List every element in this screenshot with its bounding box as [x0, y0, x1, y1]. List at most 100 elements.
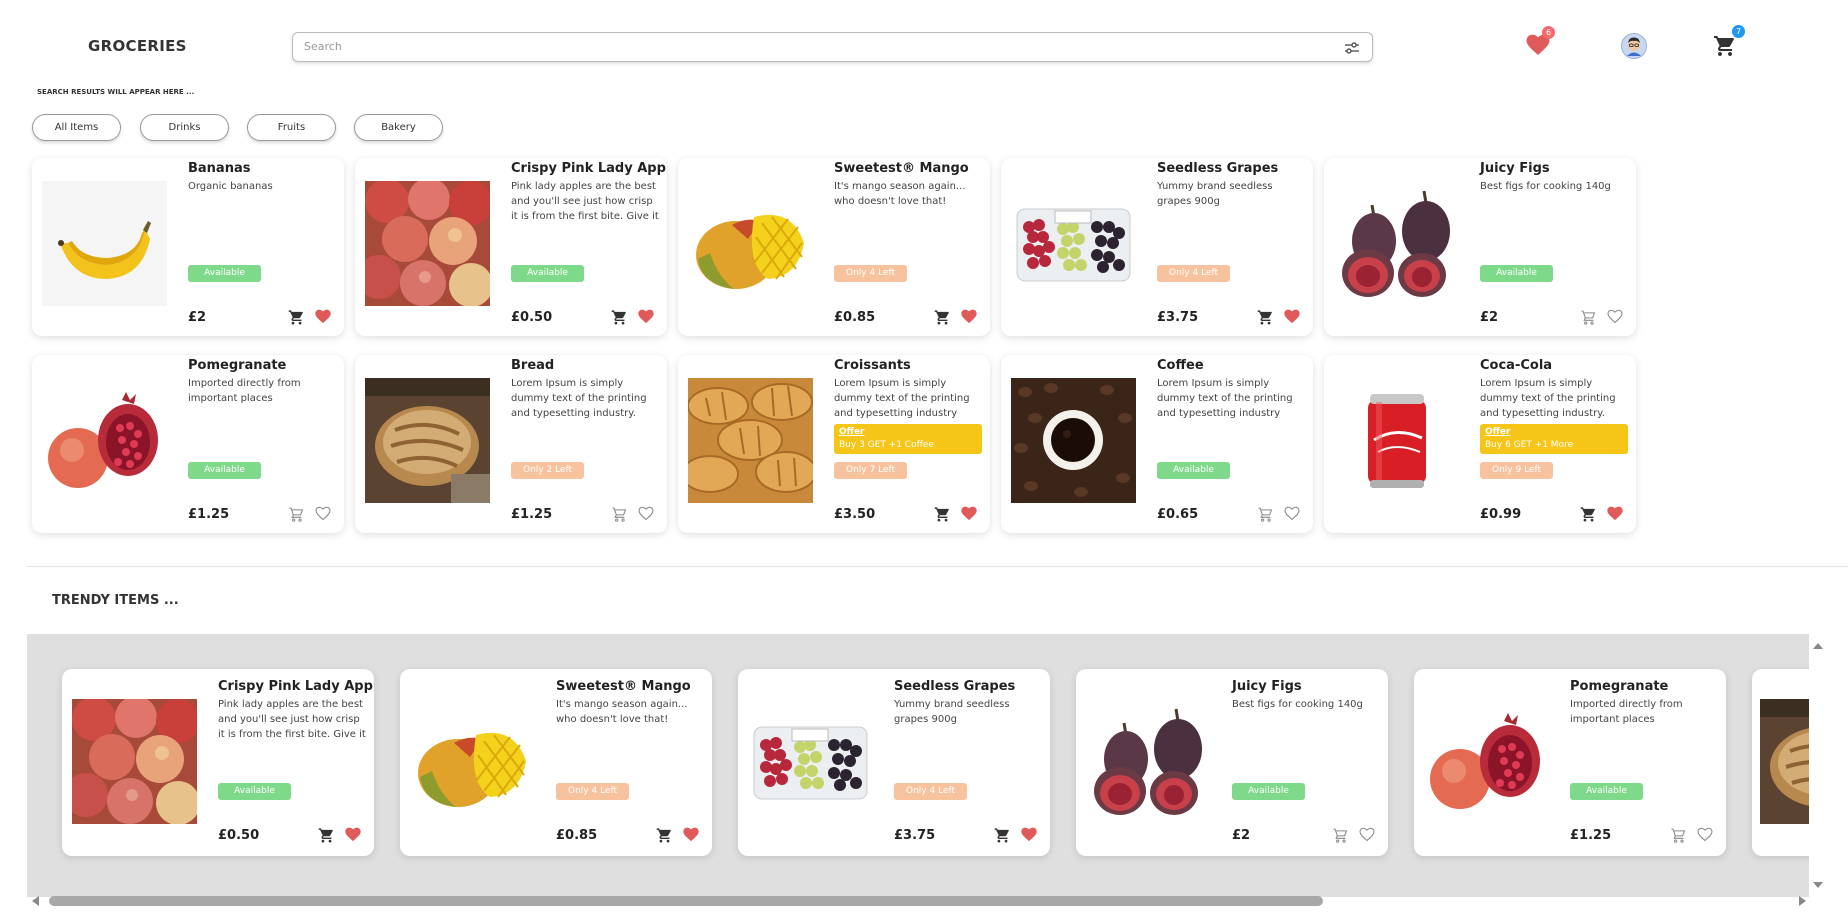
product-card[interactable]: Seedless Grapes Yummy brand seedless gra… — [738, 669, 1050, 856]
product-card[interactable]: Bread Lorem Ipsum is simply dummy text o… — [355, 355, 667, 533]
product-image[interactable] — [365, 378, 490, 503]
product-image[interactable] — [410, 699, 535, 824]
product-title[interactable]: Crispy Pink Lady Apples — [218, 679, 374, 694]
favorite-heart-icon[interactable] — [315, 506, 331, 525]
product-card[interactable]: Croissants Lorem Ipsum is simply dummy t… — [678, 355, 990, 533]
horizontal-scroll-thumb[interactable] — [49, 896, 1323, 906]
favorite-heart-icon[interactable] — [638, 309, 654, 328]
add-to-cart-icon[interactable] — [994, 827, 1011, 848]
category-chip-fruits[interactable]: Fruits — [247, 114, 336, 141]
product-title[interactable]: Croissants — [834, 358, 911, 373]
product-description: Yummy brand seedless grapes 900g — [1157, 181, 1273, 207]
add-to-cart-icon[interactable] — [288, 309, 305, 330]
product-title[interactable]: Bananas — [188, 161, 250, 176]
product-card[interactable]: Pomegranate Imported directly from impor… — [1414, 669, 1726, 856]
product-card[interactable]: Bananas Organic bananas Available £2 — [32, 158, 344, 336]
add-to-cart-icon[interactable] — [934, 506, 951, 527]
add-to-cart-icon[interactable] — [1257, 309, 1274, 330]
product-title[interactable]: Seedless Grapes — [1157, 161, 1278, 176]
product-title[interactable]: Coca-Cola — [1480, 358, 1552, 373]
category-chip-bakery[interactable]: Bakery — [354, 114, 443, 141]
horizontal-scrollbar[interactable] — [27, 892, 1818, 910]
product-title[interactable]: Sweetest® Mango — [834, 161, 969, 176]
product-image[interactable] — [1424, 699, 1549, 824]
product-description: Lorem Ipsum is simply dummy text of the … — [1480, 378, 1616, 419]
trendy-items-carousel[interactable]: Crispy Pink Lady Apples Pink lady apples… — [27, 634, 1809, 897]
product-title[interactable]: Juicy Figs — [1232, 679, 1302, 694]
favorite-heart-icon[interactable] — [638, 506, 654, 525]
product-price: £0.85 — [834, 310, 876, 325]
add-to-cart-icon[interactable] — [1332, 827, 1349, 848]
filter-icon[interactable] — [1344, 40, 1360, 59]
product-card[interactable]: Seedless Grapes Yummy brand seedless gra… — [1001, 158, 1313, 336]
product-image[interactable] — [42, 378, 167, 503]
product-card[interactable]: Crispy Pink Lady Apples Pink lady apples… — [355, 158, 667, 336]
add-to-cart-icon[interactable] — [318, 827, 335, 848]
product-description: Pink lady apples are the best and you'll… — [511, 181, 659, 222]
product-price: £0.99 — [1480, 507, 1522, 522]
product-image[interactable] — [1760, 699, 1809, 824]
favorite-heart-icon[interactable] — [345, 827, 361, 846]
product-image[interactable] — [688, 181, 813, 306]
product-title[interactable]: Bread — [511, 358, 554, 373]
favorite-heart-icon[interactable] — [961, 506, 977, 525]
favorite-heart-icon[interactable] — [1607, 506, 1623, 525]
product-card[interactable]: Sweetest® Mango It's mango season again.… — [678, 158, 990, 336]
add-to-cart-icon[interactable] — [656, 827, 673, 848]
add-to-cart-icon[interactable] — [611, 309, 628, 330]
add-to-cart-icon[interactable] — [934, 309, 951, 330]
product-title[interactable]: Seedless Grapes — [894, 679, 1015, 694]
product-image[interactable] — [681, 378, 817, 503]
favorite-heart-icon[interactable] — [315, 309, 331, 328]
product-card[interactable]: Coca-Cola Lorem Ipsum is simply dummy te… — [1324, 355, 1636, 533]
favorite-heart-icon[interactable] — [1359, 827, 1375, 846]
favorite-heart-icon[interactable] — [1697, 827, 1713, 846]
app-logo[interactable]: GROCERIES — [88, 37, 187, 55]
add-to-cart-icon[interactable] — [1257, 506, 1274, 527]
category-chip-all-items[interactable]: All Items — [32, 114, 121, 141]
product-title[interactable]: Pomegranate — [188, 358, 286, 373]
search-input[interactable] — [304, 40, 1304, 53]
product-image[interactable] — [1011, 181, 1136, 306]
stock-status-badge: Available — [188, 462, 261, 479]
favorite-heart-icon[interactable] — [683, 827, 699, 846]
product-title[interactable]: Crispy Pink Lady Apples — [511, 161, 667, 176]
product-price: £0.85 — [556, 828, 598, 843]
add-to-cart-icon[interactable] — [288, 506, 305, 527]
favorite-heart-icon[interactable] — [1284, 506, 1300, 525]
product-image[interactable] — [1011, 378, 1136, 503]
product-image[interactable] — [1086, 699, 1211, 824]
user-avatar[interactable] — [1621, 33, 1647, 63]
product-card[interactable]: Crispy Pink Lady Apples Pink lady apples… — [62, 669, 374, 856]
product-card[interactable]: Pomegranate Imported directly from impor… — [32, 355, 344, 533]
favorite-heart-icon[interactable] — [1284, 309, 1300, 328]
product-card[interactable]: Sweetest® Mango It's mango season again.… — [400, 669, 712, 856]
product-title[interactable]: Pomegranate — [1570, 679, 1668, 694]
product-price: £3.75 — [894, 828, 936, 843]
product-image[interactable] — [748, 699, 873, 824]
add-to-cart-icon[interactable] — [1670, 827, 1687, 848]
add-to-cart-icon[interactable] — [1580, 309, 1597, 330]
product-title[interactable]: Sweetest® Mango — [556, 679, 691, 694]
product-image[interactable] — [357, 178, 493, 307]
add-to-cart-icon[interactable] — [611, 506, 628, 527]
product-image[interactable] — [64, 696, 200, 825]
favorite-heart-icon[interactable] — [1021, 827, 1037, 846]
product-title[interactable]: Juicy Figs — [1480, 161, 1550, 176]
product-image[interactable] — [1334, 181, 1459, 306]
favorite-heart-icon[interactable] — [961, 309, 977, 328]
product-card[interactable]: Juicy Figs Best figs for cooking 140g Ava… — [1324, 158, 1636, 336]
product-title[interactable]: Coffee — [1157, 358, 1204, 373]
category-chip-drinks[interactable]: Drinks — [140, 114, 229, 141]
product-image[interactable] — [42, 181, 167, 306]
product-card[interactable] — [1752, 669, 1809, 856]
wishlist-button[interactable]: 6 — [1526, 26, 1555, 60]
cart-button[interactable]: 7 — [1712, 25, 1745, 62]
product-card[interactable]: Coffee Lorem Ipsum is simply dummy text … — [1001, 355, 1313, 533]
product-card[interactable]: Juicy Figs Best figs for cooking 140g Ava… — [1076, 669, 1388, 856]
product-image[interactable] — [1334, 378, 1459, 503]
vertical-scrollbar[interactable] — [1810, 634, 1826, 897]
search-bar[interactable] — [292, 32, 1373, 62]
add-to-cart-icon[interactable] — [1580, 506, 1597, 527]
favorite-heart-icon[interactable] — [1607, 309, 1623, 328]
